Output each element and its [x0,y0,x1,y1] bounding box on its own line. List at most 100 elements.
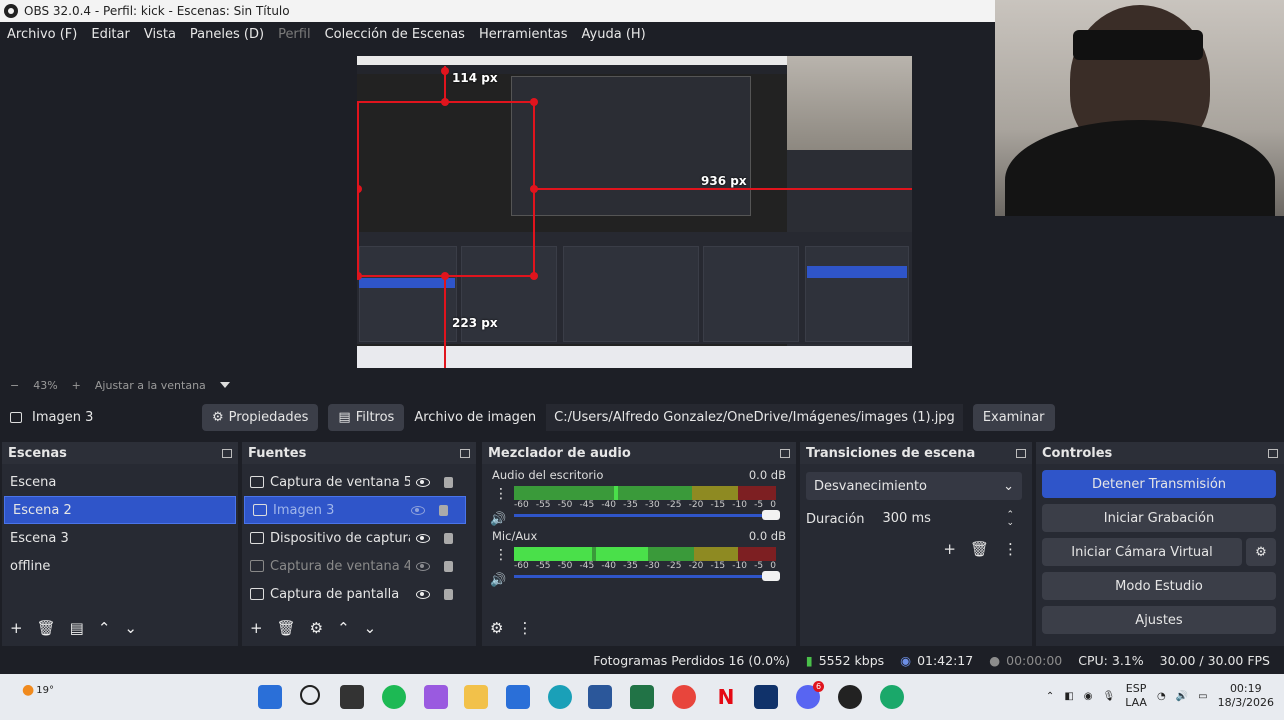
speaker-icon[interactable]: 🔊 [490,573,506,588]
scene-item[interactable]: offline [2,552,238,580]
source-item[interactable]: Captura de ventana 5 [242,468,476,496]
image-file-path[interactable]: C:/Users/Alfredo Gonzalez/OneDrive/Imáge… [546,403,963,431]
copilot-icon[interactable] [424,685,448,709]
scene-item[interactable]: Escena [2,468,238,496]
word-icon[interactable] [588,685,612,709]
trash-icon[interactable]: 🗑 [277,619,296,637]
netflix-icon[interactable]: N [714,685,738,709]
move-down-icon[interactable]: ⌄ [124,619,137,637]
microphone-icon[interactable]: 🎙 [1103,691,1116,702]
volume-slider[interactable] [514,571,780,581]
transition-select[interactable]: Desvanecimiento ⌄ [806,472,1022,500]
lock-icon[interactable] [444,532,453,544]
trash-icon[interactable]: 🗑 [37,619,56,637]
lock-icon[interactable] [439,504,448,516]
eye-hidden-icon[interactable] [416,561,430,571]
audio-mixer-dock: Mezclador de audio Audio del escritorio … [482,442,796,646]
source-label: Dispositivo de captura de vídeo [270,530,410,546]
language-indicator[interactable]: ESP LAA [1125,682,1147,710]
move-down-icon[interactable]: ⌄ [364,619,377,637]
advanced-audio-gear-icon[interactable]: ⚙ [490,619,503,637]
store-icon[interactable] [506,685,530,709]
undock-icon[interactable] [1016,448,1026,458]
menu-paneles[interactable]: Paneles (D) [183,27,271,42]
add-icon[interactable]: + [943,540,956,558]
nested-preview [511,76,751,216]
menu-editar[interactable]: Editar [84,27,137,42]
zoom-bar: − 43% + Ajustar a la ventana [0,374,1284,396]
kebab-menu-icon[interactable]: ⋮ [1003,540,1018,558]
filters-button[interactable]: ▤ Filtros [328,403,405,431]
eye-hidden-icon[interactable] [411,505,425,515]
app-icon[interactable] [880,685,904,709]
file-explorer-icon[interactable] [464,685,488,709]
add-icon[interactable]: + [250,619,263,637]
filter-icon[interactable]: ▤ [70,619,84,637]
scenes-header: Escenas [2,442,238,464]
lock-icon[interactable] [444,560,453,572]
virtual-camera-gear-icon[interactable]: ⚙ [1246,538,1276,566]
source-item[interactable]: Captura de pantalla [242,580,476,608]
menu-ayuda[interactable]: Ayuda (H) [575,27,653,42]
start-virtual-camera-button[interactable]: Iniciar Cámara Virtual [1042,538,1242,566]
undock-icon[interactable] [460,448,470,458]
discord-icon[interactable]: 6 [796,681,824,709]
studio-mode-button[interactable]: Modo Estudio [1042,572,1276,600]
clock[interactable]: 00:19 18/3/2026 [1218,682,1274,710]
kebab-menu-icon[interactable]: ⋮ [494,486,508,502]
eye-icon[interactable] [416,533,430,543]
menu-archivo[interactable]: Archivo (F) [0,27,84,42]
tray-app-icon[interactable]: ◉ [1084,691,1093,702]
chrome-icon[interactable] [672,685,696,709]
obs-taskbar-icon[interactable] [838,685,862,709]
zoom-out-button[interactable]: − [10,379,19,392]
disney-plus-icon[interactable] [754,685,778,709]
edge-icon[interactable] [548,685,572,709]
undock-icon[interactable] [1268,448,1278,458]
preview-canvas[interactable]: 114 px 936 px 223 px [357,56,912,368]
excel-icon[interactable] [630,685,654,709]
eye-icon[interactable] [416,589,430,599]
eye-icon[interactable] [416,477,430,487]
windows-start-icon[interactable] [258,685,282,709]
undock-icon[interactable] [222,448,232,458]
lock-icon[interactable] [444,588,453,600]
move-up-icon[interactable]: ⌃ [337,619,350,637]
wifi-icon[interactable]: ◔ [1157,691,1166,702]
spin-arrows-icon[interactable]: ⌃ ⌄ [1006,511,1014,528]
zoom-in-button[interactable]: + [72,379,81,392]
source-item[interactable]: Captura de ventana 4 [242,552,476,580]
kebab-menu-icon[interactable]: ⋮ [517,619,532,637]
zoom-dropdown-icon[interactable] [219,382,230,388]
gear-icon[interactable]: ⚙ [310,619,323,637]
weather-widget[interactable]: ● 19° [22,682,54,698]
scene-item[interactable]: Escena 3 [2,524,238,552]
tray-app-icon[interactable]: ◧ [1064,691,1073,702]
task-view-icon[interactable] [340,685,364,709]
start-recording-button[interactable]: Iniciar Grabación [1042,504,1276,532]
move-up-icon[interactable]: ⌃ [98,619,111,637]
battery-icon[interactable]: ▭ [1198,691,1207,702]
menu-perfil[interactable]: Perfil [271,27,318,42]
stop-streaming-button[interactable]: Detener Transmisión [1042,470,1276,498]
settings-button[interactable]: Ajustes [1042,606,1276,634]
duration-spinbox[interactable]: 300 ms ⌃ ⌄ [874,506,1022,532]
scene-item-selected[interactable]: Escena 2 [4,496,236,524]
chevron-up-icon[interactable]: ⌃ [1046,691,1054,702]
undock-icon[interactable] [780,448,790,458]
kebab-menu-icon[interactable]: ⋮ [494,547,508,563]
volume-icon[interactable]: 🔊 [1176,691,1188,702]
trash-icon[interactable]: 🗑 [970,540,989,558]
search-icon[interactable] [300,685,320,705]
source-item-selected[interactable]: Imagen 3 [244,496,466,524]
menu-vista[interactable]: Vista [137,27,183,42]
menu-coleccion-escenas[interactable]: Colección de Escenas [318,27,472,42]
volume-slider[interactable] [514,510,780,520]
spotify-icon[interactable] [382,685,406,709]
menu-herramientas[interactable]: Herramientas [472,27,575,42]
lock-icon[interactable] [444,476,453,488]
browse-button[interactable]: Examinar [972,403,1055,431]
add-icon[interactable]: + [10,619,23,637]
properties-button[interactable]: ⚙ Propiedades [202,403,319,431]
source-item[interactable]: Dispositivo de captura de vídeo [242,524,476,552]
